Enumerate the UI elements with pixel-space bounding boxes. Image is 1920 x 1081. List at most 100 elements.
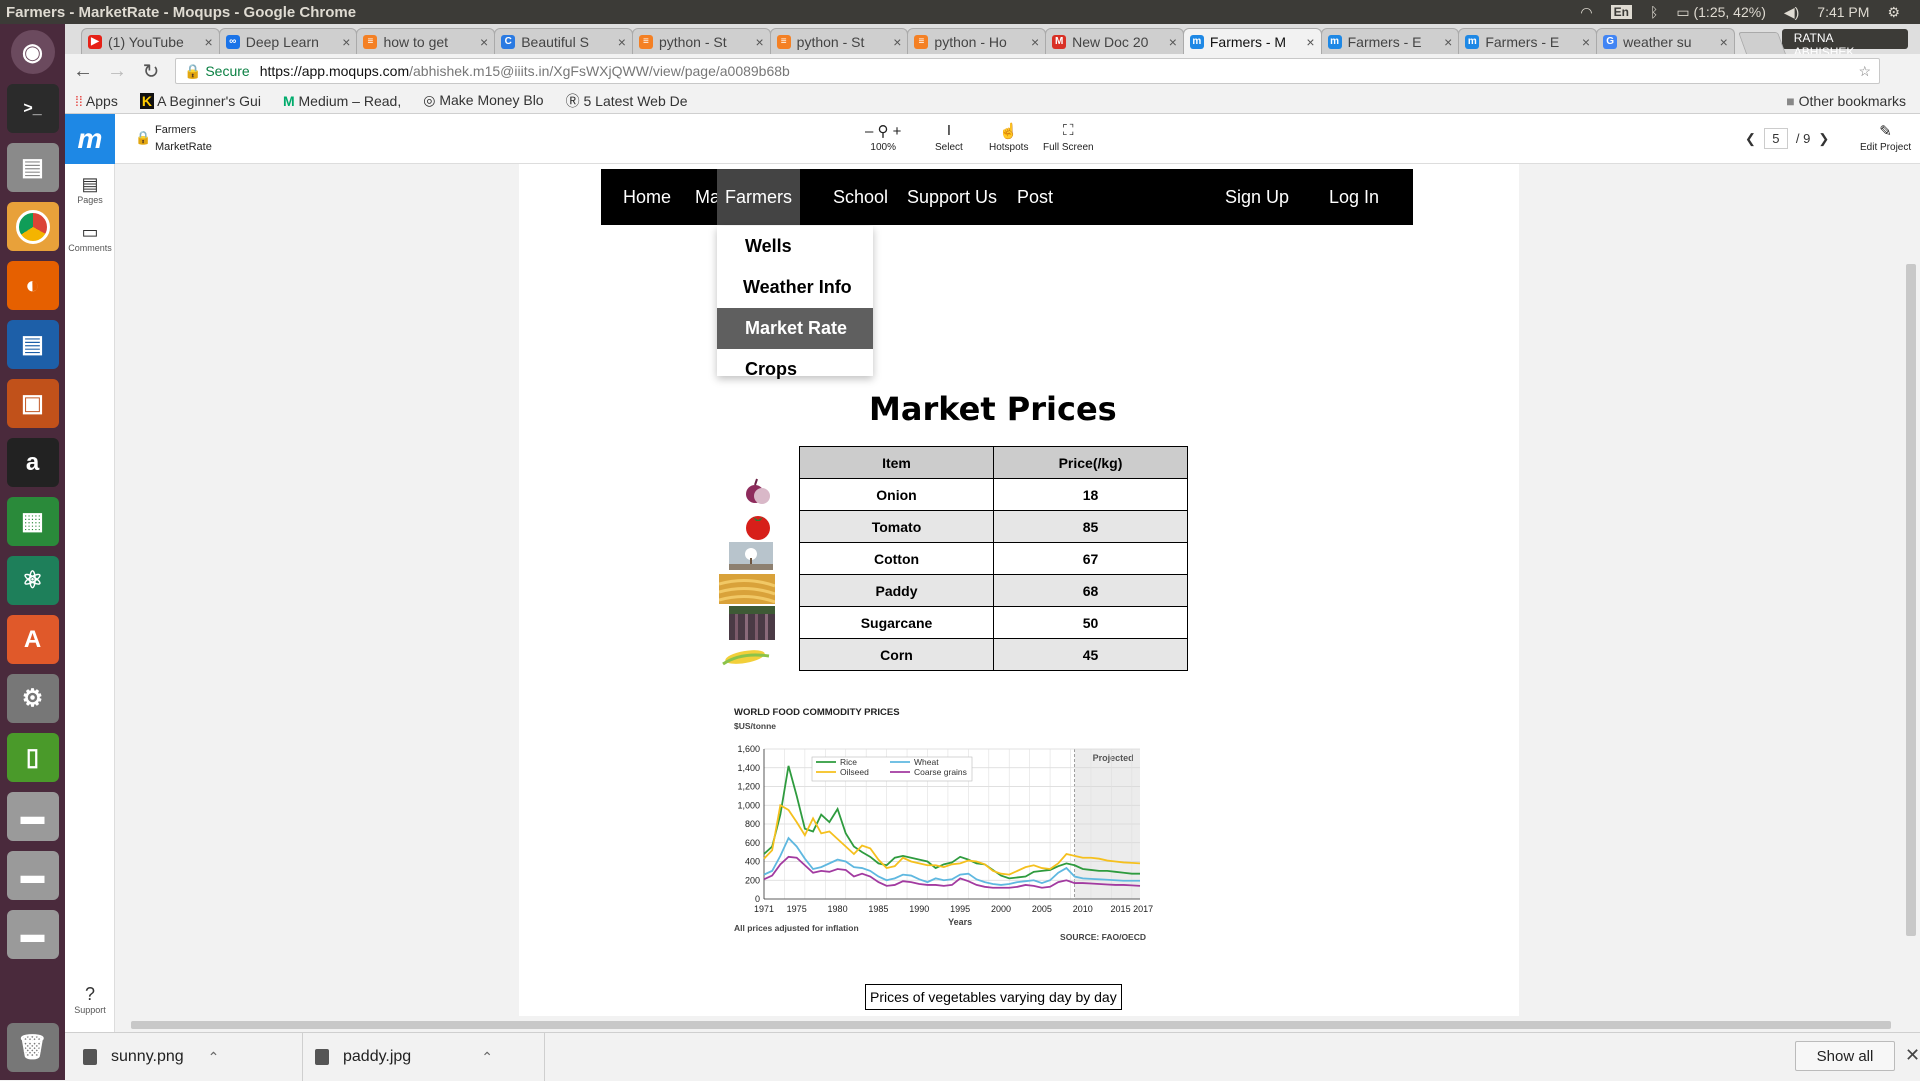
ubuntu-dash-icon[interactable]: ◉: [10, 30, 55, 74]
browser-tab[interactable]: ≡ python - Ho ×: [907, 28, 1047, 54]
moqups-logo[interactable]: m: [65, 114, 115, 164]
profile-button[interactable]: RATNA ABHISHEK: [1781, 29, 1908, 59]
impress-icon[interactable]: ▣: [6, 379, 59, 428]
firefox-icon[interactable]: ◐: [6, 261, 59, 310]
chevron-up-icon[interactable]: ⌃: [208, 1049, 220, 1066]
nav-post[interactable]: Post: [1017, 169, 1053, 225]
select-tool[interactable]: I Select: [935, 122, 963, 153]
new-tab-button[interactable]: [1737, 32, 1786, 54]
clock[interactable]: 7:41 PM: [1817, 4, 1869, 20]
nav-school[interactable]: School: [833, 169, 888, 225]
page-number-input[interactable]: 5: [1763, 128, 1788, 149]
browser-tab[interactable]: ≡ how to get ×: [356, 28, 496, 54]
hotspots-tool[interactable]: ☝ Hotspots: [989, 122, 1028, 153]
nav-farmers[interactable]: Farmers: [717, 169, 800, 225]
bookmark-star-icon[interactable]: ☆: [1858, 63, 1871, 80]
bookmark-apps[interactable]: ⁞⁞ Apps: [75, 93, 118, 109]
tab-close-icon[interactable]: ×: [893, 34, 901, 50]
tab-close-icon[interactable]: ×: [1169, 34, 1177, 50]
software-center-icon[interactable]: A: [6, 615, 59, 664]
comments-button[interactable]: ▭ Comments: [65, 222, 115, 253]
battery-status[interactable]: ▭ (1:25, 42%): [1676, 4, 1766, 21]
browser-tab[interactable]: C Beautiful S ×: [494, 28, 633, 54]
other-bookmarks[interactable]: ■ Other bookmarks: [1786, 93, 1906, 109]
zoom-icon[interactable]: – ⚲ +: [865, 122, 901, 142]
browser-tab[interactable]: ∞ Deep Learn ×: [218, 28, 358, 54]
reload-icon[interactable]: ↻: [141, 59, 161, 84]
pages-button[interactable]: ▤ Pages: [65, 174, 115, 205]
dropdown-item-market-rate[interactable]: Market Rate: [717, 308, 873, 349]
drive-icon[interactable]: ▬: [6, 792, 59, 841]
browser-tab[interactable]: m Farmers - E ×: [1458, 28, 1598, 54]
horizontal-scrollbar[interactable]: [115, 1016, 1920, 1032]
prev-page-icon[interactable]: ❮: [1745, 131, 1756, 147]
tab-close-icon[interactable]: ×: [1582, 34, 1590, 50]
zoom-control[interactable]: – ⚲ + 100%: [865, 122, 901, 153]
tab-close-icon[interactable]: ×: [755, 34, 763, 50]
chrome-icon[interactable]: [6, 202, 59, 251]
tab-close-icon[interactable]: ×: [618, 34, 626, 50]
item-cell: Cotton: [799, 542, 994, 575]
fullscreen-tool[interactable]: ⛶ Full Screen: [1043, 122, 1094, 153]
forward-icon[interactable]: →: [107, 60, 127, 83]
app-icon[interactable]: ▯: [6, 733, 59, 782]
tab-close-icon[interactable]: ×: [480, 34, 488, 50]
tab-close-icon[interactable]: ×: [342, 34, 350, 50]
dropdown-item-crops[interactable]: Crops: [717, 349, 873, 390]
secure-indicator[interactable]: 🔒 Secure: [184, 63, 250, 80]
browser-tab[interactable]: ≡ python - St ×: [631, 28, 771, 54]
next-page-icon[interactable]: ❯: [1818, 131, 1829, 147]
writer-icon[interactable]: ▤: [6, 320, 59, 369]
back-icon[interactable]: ←: [73, 60, 93, 83]
bookmark-item[interactable]: Ⓡ 5 Latest Web De: [566, 91, 688, 111]
browser-tab[interactable]: Gweather su ×: [1596, 28, 1735, 54]
nav-home[interactable]: Home: [623, 169, 671, 225]
keyboard-language[interactable]: En: [1610, 5, 1632, 19]
bookmark-item[interactable]: ◎ Make Money Blo: [423, 92, 543, 109]
atom-icon[interactable]: ⚛: [6, 556, 59, 605]
browser-tab[interactable]: m Farmers - E ×: [1320, 28, 1460, 54]
nav-sign-up[interactable]: Sign Up: [1225, 169, 1289, 225]
browser-tab[interactable]: m Farmers - M ×: [1182, 28, 1322, 54]
power-icon[interactable]: ⚙: [1887, 4, 1900, 21]
dropdown-item-weather-info[interactable]: Weather Info: [717, 267, 873, 308]
chevron-up-icon[interactable]: ⌃: [481, 1049, 493, 1066]
scrollbar-thumb[interactable]: [131, 1021, 1891, 1029]
tab-favicon-icon: C: [501, 34, 516, 49]
settings-icon[interactable]: ⚙: [6, 674, 59, 723]
tab-close-icon[interactable]: ×: [205, 34, 213, 50]
browser-tab[interactable]: ▶ (1) YouTube ×: [81, 28, 220, 54]
nav-log-in[interactable]: Log In: [1329, 169, 1379, 225]
close-icon[interactable]: ✕: [1905, 1045, 1920, 1066]
tab-close-icon[interactable]: ×: [1444, 34, 1452, 50]
amazon-icon[interactable]: a: [6, 438, 59, 487]
vertical-scrollbar[interactable]: [1906, 264, 1916, 936]
download-item[interactable]: paddy.jpg ⌃: [315, 1033, 545, 1081]
nav-support-us[interactable]: Support Us: [907, 169, 997, 225]
browser-tab[interactable]: M New Doc 20 ×: [1045, 28, 1184, 54]
tab-close-icon[interactable]: ×: [1720, 34, 1728, 50]
calc-icon[interactable]: ▦: [6, 497, 59, 546]
download-item[interactable]: sunny.png ⌃: [83, 1033, 303, 1081]
support-button[interactable]: ? Support: [65, 984, 115, 1015]
drive-icon[interactable]: ▬: [6, 910, 59, 959]
bookmark-item[interactable]: M Medium – Read,: [283, 93, 401, 109]
show-all-button[interactable]: Show all: [1795, 1041, 1895, 1071]
terminal-icon[interactable]: >_: [6, 84, 59, 133]
tab-close-icon[interactable]: ×: [1031, 34, 1039, 50]
browser-tab[interactable]: ≡ python - St ×: [769, 28, 909, 54]
bluetooth-icon[interactable]: ᛒ: [1650, 4, 1658, 20]
wifi-icon[interactable]: ◠: [1580, 4, 1592, 21]
x-tick-label: 1971: [754, 904, 774, 914]
edit-project-button[interactable]: ✎ Edit Project: [1860, 122, 1911, 153]
drive-icon[interactable]: ▬: [6, 851, 59, 900]
tab-close-icon[interactable]: ×: [1306, 34, 1314, 50]
bookmark-item[interactable]: K A Beginner's Gui: [139, 92, 261, 109]
dropdown-item-wells[interactable]: Wells: [717, 226, 873, 267]
address-bar[interactable]: 🔒 Secure https://app.moqups.com/abhishek…: [175, 58, 1880, 84]
file-manager-icon[interactable]: ▤: [6, 143, 59, 192]
trash-icon[interactable]: 🗑: [6, 1023, 59, 1072]
legend-label: Rice: [840, 757, 857, 767]
page-total: / 9: [1795, 131, 1811, 146]
volume-icon[interactable]: ◀): [1784, 4, 1799, 21]
